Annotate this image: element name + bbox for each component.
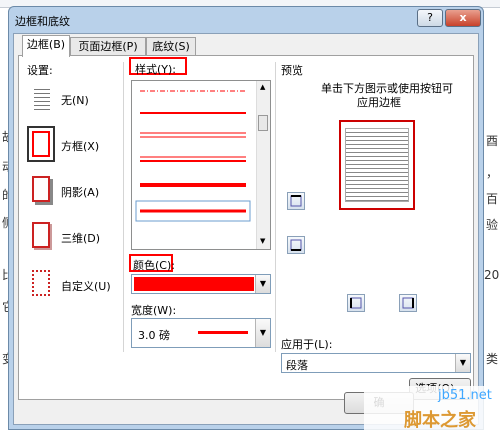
bottom-border-button[interactable] xyxy=(287,236,305,254)
left-border-icon xyxy=(350,297,362,309)
line-style-swatches xyxy=(135,90,251,222)
right-border-button[interactable] xyxy=(399,294,417,312)
dialog-titlebar[interactable]: 边框和底纹 ? x xyxy=(9,7,483,33)
apply-to-label: 应用于(L): xyxy=(281,338,333,351)
dialog-client-area: 边框(B) 页面边框(P) 底纹(S) 设置: 无(N) 方框(X) 阴影(A)… xyxy=(13,33,479,425)
preview-label: 预览 xyxy=(281,64,303,77)
tab-shading-label: 底纹(S) xyxy=(152,40,190,53)
doc-text-fragment: 百 xyxy=(486,192,499,206)
doc-text-fragment: 验 xyxy=(486,218,499,232)
tab-borders[interactable]: 边框(B) xyxy=(22,35,70,57)
setting-shadow[interactable]: 阴影(A) xyxy=(27,172,117,216)
scroll-down-icon[interactable]: ▼ xyxy=(260,237,265,245)
doc-text-fragment: 20 xyxy=(484,268,500,282)
tab-page-border[interactable]: 页面边框(P) xyxy=(70,37,146,56)
right-border-icon xyxy=(402,297,414,309)
setting-3d[interactable]: 三维(D) xyxy=(27,218,117,262)
chevron-down-icon[interactable]: ▼ xyxy=(255,319,270,347)
column-divider xyxy=(275,62,276,352)
setting-shadow-label: 阴影(A) xyxy=(61,186,100,199)
style-scrollbar[interactable]: ▲ ▼ xyxy=(256,81,270,249)
borders-tab-page: 设置: 无(N) 方框(X) 阴影(A) 三维(D) 自定义(U) 样式(Y):… xyxy=(18,55,474,400)
bottom-border-icon xyxy=(290,239,302,251)
watermark-brand: 脚本之家 xyxy=(404,410,476,431)
setting-box-icon xyxy=(27,126,55,162)
setting-none[interactable]: 无(N) xyxy=(27,80,117,124)
tab-shading[interactable]: 底纹(S) xyxy=(146,37,196,56)
left-border-button[interactable] xyxy=(347,294,365,312)
tab-page-border-label: 页面边框(P) xyxy=(78,40,138,53)
top-border-button[interactable] xyxy=(287,192,305,210)
help-button[interactable]: ? xyxy=(417,9,443,27)
setting-shadow-icon xyxy=(27,172,55,208)
doc-text-fragment: ， xyxy=(486,166,499,180)
setting-3d-icon xyxy=(27,218,55,254)
dialog-title: 边框和底纹 xyxy=(15,15,70,28)
style-listbox[interactable]: ▲ ▼ xyxy=(131,80,271,250)
doc-text-fragment: 类 xyxy=(486,352,499,366)
color-dropdown[interactable]: ▼ xyxy=(131,274,271,294)
width-dropdown[interactable]: 3.0 磅 ▼ xyxy=(131,318,271,348)
width-line-sample xyxy=(198,331,248,334)
chevron-down-icon[interactable]: ▼ xyxy=(455,354,470,372)
apply-to-dropdown[interactable]: 段落 ▼ xyxy=(281,353,471,373)
watermark: jb51.net 脚本之家 xyxy=(364,386,500,434)
doc-text-fragment: 酉 xyxy=(486,134,499,148)
tab-borders-label: 边框(B) xyxy=(26,38,66,51)
close-button[interactable]: x xyxy=(445,9,481,27)
color-swatch xyxy=(134,277,254,291)
setting-custom[interactable]: 自定义(U) xyxy=(27,266,127,310)
style-label: 样式(Y): xyxy=(135,63,177,76)
scroll-thumb[interactable] xyxy=(258,115,268,131)
setting-box[interactable]: 方框(X) xyxy=(27,126,117,170)
chevron-down-icon[interactable]: ▼ xyxy=(255,275,270,293)
setting-box-label: 方框(X) xyxy=(61,140,100,153)
help-icon: ? xyxy=(427,11,433,24)
preview-hint-line2: 应用边框 xyxy=(357,96,401,109)
setting-none-label: 无(N) xyxy=(61,94,89,107)
close-icon: x xyxy=(459,11,467,24)
scroll-up-icon[interactable]: ▲ xyxy=(260,83,265,91)
width-value: 3.0 磅 xyxy=(138,329,170,342)
top-border-icon xyxy=(290,195,302,207)
setting-none-icon xyxy=(27,80,55,116)
column-divider xyxy=(123,62,124,352)
color-label: 颜色(C): xyxy=(133,259,175,272)
preview-area[interactable] xyxy=(331,116,425,218)
setting-3d-label: 三维(D) xyxy=(61,232,101,245)
apply-to-value: 段落 xyxy=(286,359,308,372)
width-label: 宽度(W): xyxy=(131,304,177,317)
borders-and-shading-dialog: 边框和底纹 ? x 边框(B) 页面边框(P) 底纹(S) 设置: 无(N) 方… xyxy=(8,6,484,430)
preview-text-lines xyxy=(345,128,409,202)
setting-custom-label: 自定义(U) xyxy=(61,280,111,293)
watermark-site: jb51.net xyxy=(438,388,492,403)
preview-border-frame xyxy=(339,120,415,210)
setting-custom-icon xyxy=(27,266,55,302)
settings-label: 设置: xyxy=(27,64,53,77)
